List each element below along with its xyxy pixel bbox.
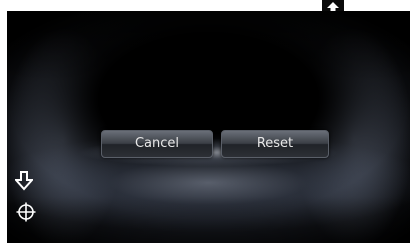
display-screen: Cancel Reset (7, 11, 410, 243)
arrow-down-icon[interactable] (13, 171, 35, 191)
page: Cancel Reset (0, 0, 417, 252)
reset-button[interactable]: Reset (221, 130, 329, 158)
cancel-button[interactable]: Cancel (101, 130, 213, 158)
crosshair-target-icon[interactable] (16, 202, 36, 222)
